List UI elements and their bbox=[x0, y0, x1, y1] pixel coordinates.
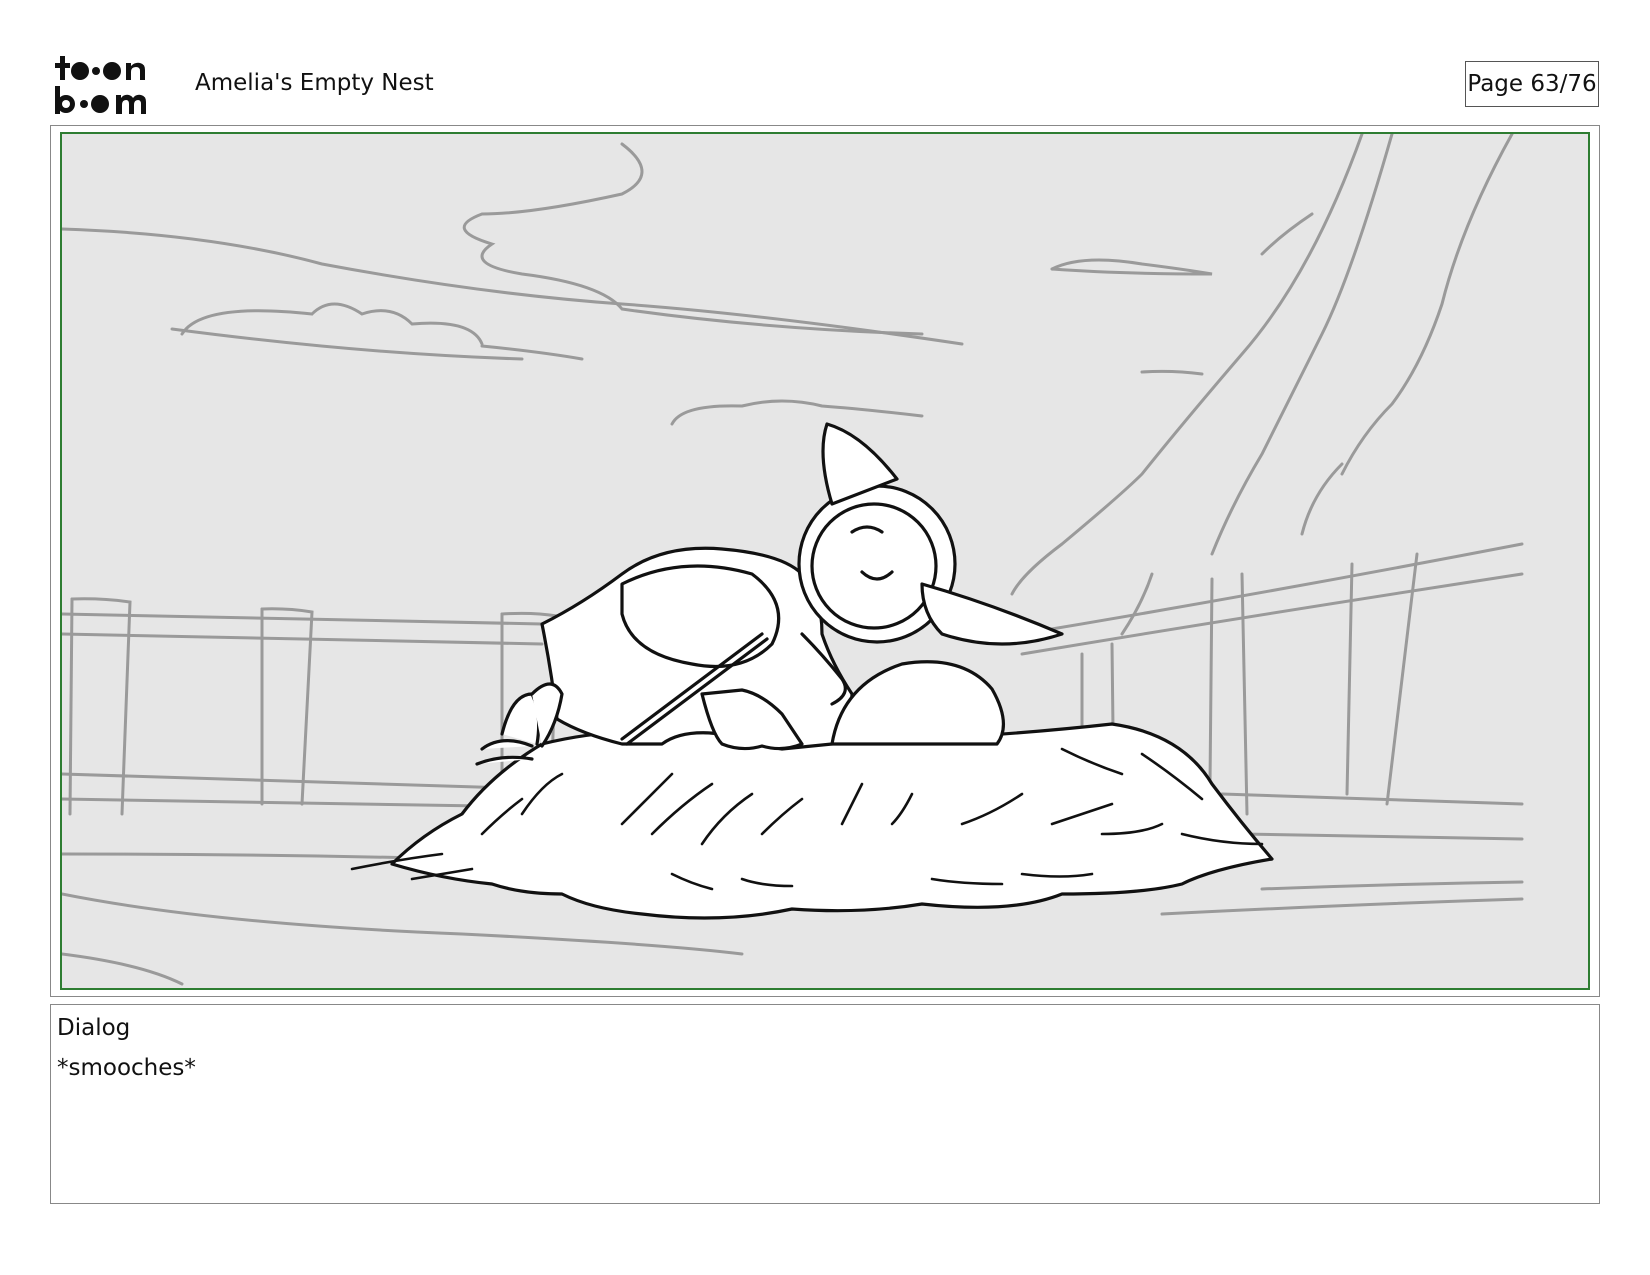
dialog-box: Dialog *smooches* bbox=[50, 1004, 1600, 1204]
dialog-label: Dialog bbox=[57, 1015, 131, 1041]
storyboard-sketch bbox=[62, 134, 1524, 986]
page-number: Page 63/76 bbox=[1465, 61, 1599, 107]
dialog-text: *smooches* bbox=[57, 1055, 196, 1081]
storyboard-panel bbox=[60, 132, 1590, 990]
document-title: Amelia's Empty Nest bbox=[195, 70, 434, 96]
toonboom-logo bbox=[55, 56, 146, 114]
